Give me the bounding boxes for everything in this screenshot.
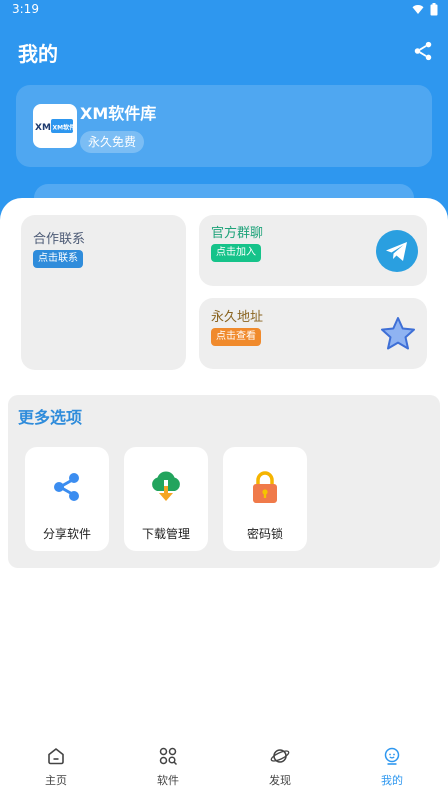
address-view-button[interactable]: 点击查看	[211, 328, 261, 346]
share-button[interactable]	[412, 40, 434, 62]
svg-text:XM: XM	[35, 123, 51, 133]
page-title: 我的	[18, 42, 58, 66]
apps-search-icon	[159, 747, 178, 766]
tab-discover-label: 发现	[269, 774, 291, 787]
tab-discover[interactable]: 发现	[224, 738, 336, 797]
contact-card-title: 合作联系	[33, 232, 86, 247]
tab-mine[interactable]: 我的	[336, 738, 448, 797]
share-app-label: 分享软件	[42, 527, 91, 541]
profile-icon	[384, 747, 400, 765]
share-icon	[49, 469, 85, 505]
more-options-title: 更多选项	[18, 408, 83, 427]
group-card[interactable]: 官方群聊 点击加入	[199, 215, 427, 286]
profile-tag: 永久免费	[80, 131, 145, 153]
app-logo-image: XM XM软件库	[35, 119, 76, 133]
profile-name: XM软件库	[80, 104, 157, 123]
group-join-button[interactable]: 点击加入	[211, 244, 261, 262]
home-icon	[48, 748, 64, 765]
address-card[interactable]: 永久地址 点击查看	[199, 298, 427, 369]
profile-card[interactable]: XM XM软件库 XM软件库 永久免费	[16, 85, 432, 167]
status-time: 3:19	[12, 2, 39, 16]
tab-software[interactable]: 软件	[112, 738, 224, 797]
battery-icon	[430, 3, 438, 16]
contact-card[interactable]: 合作联系 点击联系	[21, 215, 186, 370]
more-options-section: 更多选项 分享软件 下载管理 密码锁	[8, 395, 440, 568]
bottom-tab-bar: 主页 软件 发现 我的	[0, 738, 448, 797]
group-card-title: 官方群聊	[211, 226, 264, 241]
tab-software-label: 软件	[157, 774, 179, 787]
download-manager-tile[interactable]: 下载管理	[124, 447, 208, 551]
password-lock-tile[interactable]: 密码锁	[223, 447, 307, 551]
app-logo: XM XM软件库	[33, 104, 77, 148]
cloud-download-icon	[148, 469, 184, 505]
wifi-icon	[412, 5, 424, 14]
star-icon	[381, 317, 415, 350]
tab-home[interactable]: 主页	[0, 738, 112, 797]
download-manager-label: 下载管理	[141, 527, 190, 541]
tab-home-label: 主页	[45, 774, 67, 787]
contact-button[interactable]: 点击联系	[33, 250, 83, 268]
password-lock-label: 密码锁	[246, 527, 283, 541]
status-icons	[412, 3, 438, 16]
tab-mine-label: 我的	[381, 774, 403, 787]
address-card-title: 永久地址	[211, 310, 264, 325]
status-bar: 3:19	[0, 0, 448, 20]
share-app-tile[interactable]: 分享软件	[25, 447, 109, 551]
telegram-icon	[376, 230, 418, 272]
padlock-icon	[247, 469, 283, 505]
planet-icon	[270, 749, 290, 763]
app-logo-text: XM软件库	[53, 124, 76, 132]
